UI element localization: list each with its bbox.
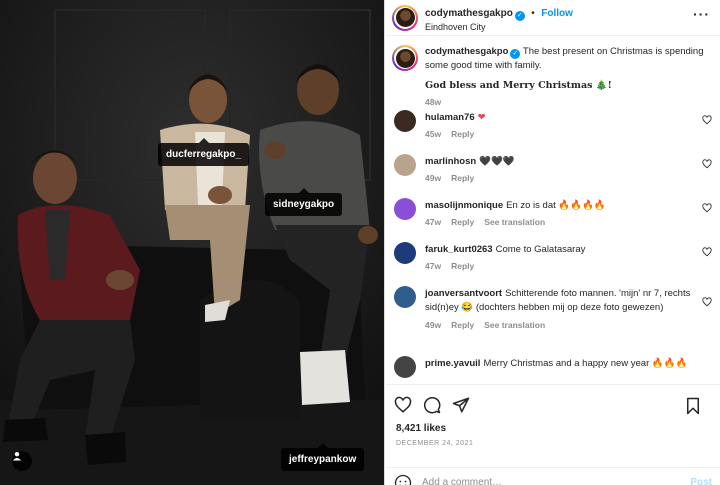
- comment-item: prime.yavuil Merry Christmas and a happy …: [386, 356, 720, 383]
- post-photo[interactable]: ducferregakpo_ sidneygakpo jeffreypankow: [0, 0, 385, 485]
- post-location[interactable]: Eindhoven City: [425, 22, 573, 33]
- comment-bubble-icon[interactable]: [423, 396, 441, 414]
- add-comment-bar: Add a comment… Post: [386, 467, 720, 485]
- caption-verified-badge-icon: ✓: [510, 49, 521, 59]
- post-date: DECEMBER 24, 2021: [396, 440, 474, 447]
- comment-time: 49w: [425, 319, 442, 330]
- like-heart-icon[interactable]: [394, 396, 412, 414]
- share-paper-plane-icon[interactable]: [452, 396, 470, 414]
- reply-button[interactable]: Reply: [451, 129, 474, 139]
- family-photo-illustration: [0, 0, 384, 485]
- reply-button[interactable]: Reply: [451, 173, 474, 183]
- comment-item: faruk_kurt0263 Come to Galatasaray 47w Rep…: [386, 242, 720, 287]
- comment-item: hulaman76 ❤ 45w Reply: [386, 110, 720, 155]
- post-header: codymathesgakpo ✓ • Follow Eindhoven City…: [386, 0, 720, 36]
- comment-item: masolijnmonique En zo is dat 🔥🔥🔥🔥 47w Repl…: [386, 198, 720, 243]
- save-bookmark-icon[interactable]: [685, 397, 701, 415]
- author-username[interactable]: codymathesgakpo: [425, 8, 513, 19]
- comment-time: 49w: [425, 173, 442, 184]
- action-icon-row: [386, 385, 720, 425]
- user-silhouette-icon: [13, 452, 21, 461]
- reply-button[interactable]: Reply: [451, 217, 474, 227]
- like-comment-heart-icon[interactable]: [702, 159, 712, 169]
- photo-tag-ducferregakpo[interactable]: ducferregakpo_: [158, 138, 250, 166]
- comment-username[interactable]: prime.yavuil: [425, 358, 480, 369]
- commenter-avatar[interactable]: [394, 242, 416, 264]
- comment-time: 47w: [425, 217, 442, 228]
- reply-button[interactable]: Reply: [451, 261, 474, 271]
- reply-button[interactable]: Reply: [451, 320, 474, 330]
- commenter-avatar[interactable]: [394, 154, 416, 176]
- like-comment-heart-icon[interactable]: [702, 247, 712, 257]
- comment-item: joanversantvoort Schitterende foto mannen…: [386, 286, 720, 357]
- like-comment-heart-icon[interactable]: [702, 115, 712, 125]
- caption-author-avatar[interactable]: [392, 45, 418, 71]
- like-comment-heart-icon[interactable]: [702, 203, 712, 213]
- comment-username[interactable]: joanversantvoort: [425, 288, 502, 299]
- add-comment-input[interactable]: Add a comment…: [422, 477, 690, 485]
- comment-text: En zo is dat 🔥🔥🔥🔥: [506, 200, 606, 211]
- see-translation-button[interactable]: See translation: [484, 217, 545, 227]
- tagged-users-icon[interactable]: [12, 451, 32, 471]
- caption-blessing: God bless and Merry Christmas 🎄!: [425, 79, 612, 91]
- header-separator: •: [531, 7, 535, 19]
- emoji-smiley-icon[interactable]: [394, 474, 412, 485]
- photo-tag-jeffreypankow[interactable]: jeffreypankow: [281, 443, 365, 471]
- post-caption: codymathesgakpo ✓ The best present on Chr…: [386, 37, 720, 111]
- comments-list[interactable]: codymathesgakpo ✓ The best present on Chr…: [386, 37, 720, 383]
- comment-item: marlinhosn 🖤🖤🖤 49w Reply: [386, 154, 720, 199]
- post-actions: 8,421 likes DECEMBER 24, 2021 Add a comm…: [386, 384, 720, 485]
- like-comment-heart-icon[interactable]: [702, 297, 712, 307]
- comment-text: ❤: [477, 112, 486, 123]
- comment-username[interactable]: faruk_kurt0263: [425, 244, 493, 255]
- comment-time: 45w: [425, 129, 442, 140]
- comment-username[interactable]: masolijnmonique: [425, 200, 503, 211]
- commenter-avatar[interactable]: [394, 110, 416, 132]
- photo-tag-sidneygakpo[interactable]: sidneygakpo: [265, 188, 343, 216]
- caption-time: 48w: [425, 96, 442, 107]
- comment-username[interactable]: hulaman76: [425, 112, 475, 123]
- follow-button[interactable]: Follow: [541, 8, 573, 19]
- comment-text: Merry Christmas and a happy new year 🔥🔥🔥: [483, 358, 688, 369]
- comment-username[interactable]: marlinhosn: [425, 156, 476, 167]
- caption-username[interactable]: codymathesgakpo: [425, 46, 508, 57]
- post-comment-button[interactable]: Post: [690, 477, 712, 485]
- commenter-avatar[interactable]: [394, 198, 416, 220]
- commenter-avatar[interactable]: [394, 356, 416, 378]
- post-side-panel: codymathesgakpo ✓ • Follow Eindhoven City…: [386, 0, 720, 485]
- comment-text: Come to Galatasaray: [495, 244, 586, 255]
- comment-time: 47w: [425, 261, 442, 272]
- see-translation-button[interactable]: See translation: [484, 320, 545, 330]
- author-avatar[interactable]: [392, 4, 418, 31]
- more-options-icon[interactable]: ···: [693, 6, 710, 22]
- comment-text: 🖤🖤🖤: [479, 156, 515, 167]
- commenter-avatar[interactable]: [394, 286, 416, 308]
- verified-badge-icon: ✓: [514, 10, 525, 21]
